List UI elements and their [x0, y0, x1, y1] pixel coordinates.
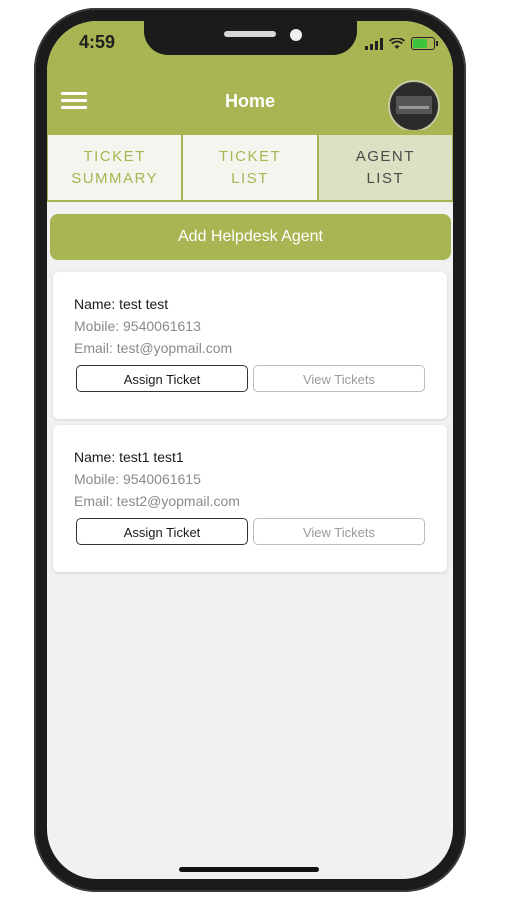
tab-label-line1: TICKET [218, 147, 282, 165]
agent-mobile: Mobile: 9540061615 [74, 471, 201, 487]
status-icons [365, 36, 438, 50]
agent-card: Name: test1 test1 Mobile: 9540061615 Ema… [53, 425, 447, 572]
avatar[interactable] [388, 80, 440, 132]
signal-icon [365, 38, 383, 50]
app-header: Home [47, 65, 453, 132]
phone-frame: 4:59 Home TICKET SUMMARY TICKET LIST AGE… [34, 8, 466, 892]
tab-label-line2: LIST [366, 169, 405, 187]
agent-card: Name: test test Mobile: 9540061613 Email… [53, 272, 447, 419]
tab-label-line1: TICKET [83, 147, 146, 165]
front-camera [290, 29, 302, 41]
tab-bar: TICKET SUMMARY TICKET LIST AGENT LIST [47, 130, 453, 202]
assign-ticket-button[interactable]: Assign Ticket [76, 518, 248, 545]
agent-email: Email: test@yopmail.com [74, 340, 233, 356]
tab-agent-list[interactable]: AGENT LIST [318, 132, 452, 200]
status-bar: 4:59 [47, 21, 453, 65]
app-screen: 4:59 Home TICKET SUMMARY TICKET LIST AGE… [47, 21, 453, 879]
agent-name: Name: test test [74, 296, 169, 312]
assign-ticket-button[interactable]: Assign Ticket [76, 365, 248, 392]
agent-mobile: Mobile: 9540061613 [74, 318, 201, 334]
view-tickets-button[interactable]: View Tickets [253, 365, 425, 392]
add-helpdesk-agent-button[interactable]: Add Helpdesk Agent [50, 214, 451, 260]
tab-ticket-summary[interactable]: TICKET SUMMARY [48, 132, 182, 200]
home-indicator[interactable] [179, 867, 319, 872]
battery-icon [411, 37, 438, 50]
agent-name: Name: test1 test1 [74, 449, 184, 465]
speaker-grille [224, 31, 276, 37]
wifi-icon [389, 38, 405, 49]
agent-email: Email: test2@yopmail.com [74, 493, 240, 509]
tab-label-line1: AGENT [355, 147, 415, 165]
status-time: 4:59 [79, 32, 116, 52]
tab-label-line2: LIST [231, 169, 269, 187]
tab-ticket-list[interactable]: TICKET LIST [183, 132, 317, 200]
view-tickets-button[interactable]: View Tickets [253, 518, 425, 545]
device-notch [144, 21, 357, 55]
tab-label-line2: SUMMARY [71, 169, 159, 187]
